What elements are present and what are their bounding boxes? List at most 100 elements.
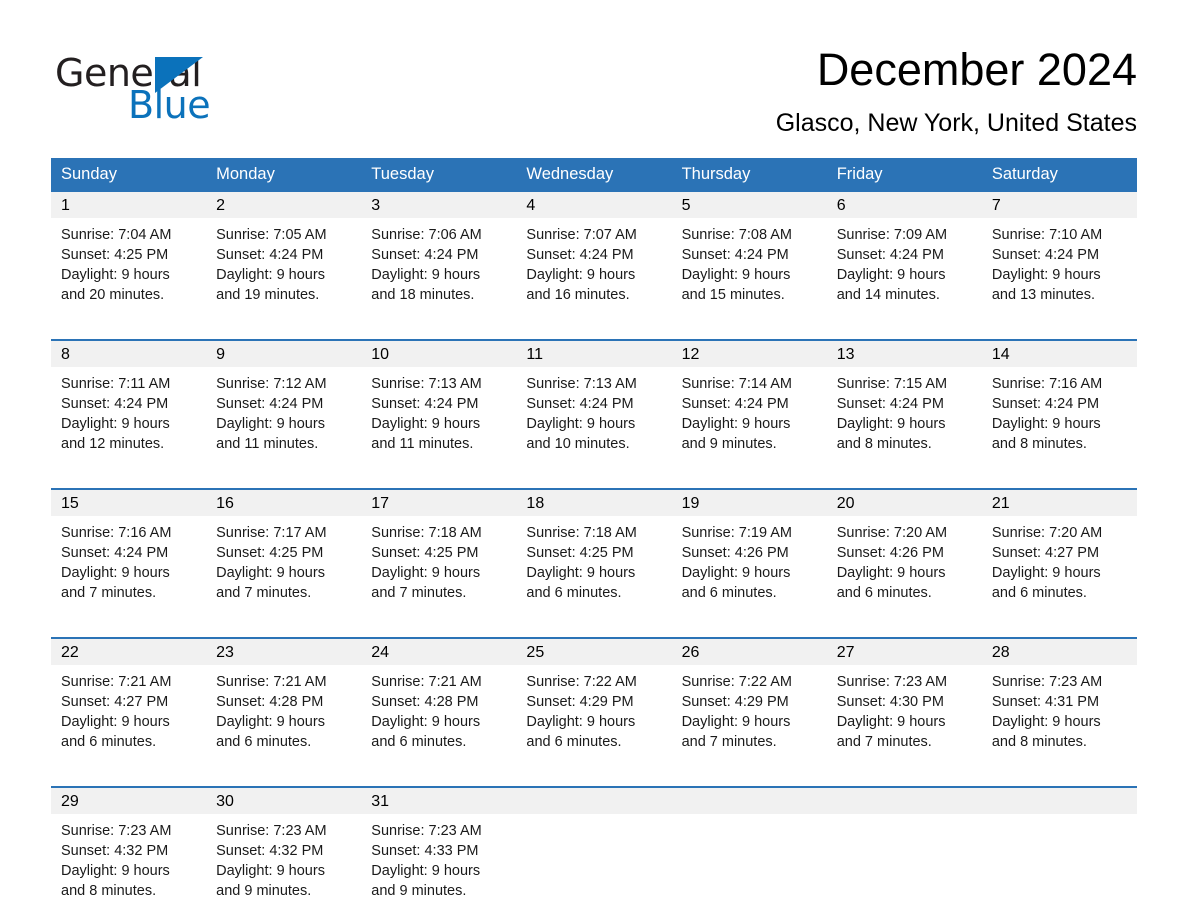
calendar-day-cell[interactable]: 9 Sunrise: 7:12 AM Sunset: 4:24 PM Daylight… (206, 339, 362, 474)
sunrise-text: Sunrise: 7:12 AM (216, 376, 327, 392)
sunrise-text: Sunrise: 7:21 AM (216, 674, 327, 690)
sunset-text: Sunset: 4:26 PM (681, 545, 789, 561)
day-number (671, 788, 827, 814)
day-details: Sunrise: 7:08 AM Sunset: 4:24 PM Daylight:… (672, 218, 827, 325)
daylight-text-line1: Daylight: 9 hours (836, 714, 946, 730)
calendar-day-cell[interactable]: 21 Sunrise: 7:20 AM Sunset: 4:27 PM Dayligh… (981, 488, 1137, 623)
week-spacer-cell (51, 474, 1137, 489)
calendar-day-cell[interactable]: 28 Sunrise: 7:23 AM Sunset: 4:31 PM Dayligh… (981, 637, 1137, 772)
daylight-text-line1: Daylight: 9 hours (61, 863, 170, 879)
day-number (981, 788, 1137, 814)
calendar-day-cell[interactable]: 6 Sunrise: 7:09 AM Sunset: 4:24 PM Daylight… (826, 192, 982, 325)
calendar-day-cell[interactable]: 2 Sunrise: 7:05 AM Sunset: 4:24 PM Daylight… (206, 192, 362, 325)
location-subtitle: Glasco, New York, United States (775, 109, 1137, 137)
calendar-day-cell[interactable]: 8 Sunrise: 7:11 AM Sunset: 4:24 PM Daylight… (51, 339, 207, 474)
sunset-text: Sunset: 4:24 PM (526, 247, 634, 263)
sunrise-text: Sunrise: 7:21 AM (371, 674, 482, 690)
sunset-text: Sunset: 4:24 PM (991, 247, 1100, 263)
daylight-text-line2: and 18 minutes. (371, 287, 475, 303)
daylight-text-line2: and 19 minutes. (216, 287, 320, 303)
calendar-day-cell[interactable]: 12 Sunrise: 7:14 AM Sunset: 4:24 PM Dayligh… (671, 339, 827, 474)
calendar-day-cell[interactable]: 31 Sunrise: 7:23 AM Sunset: 4:33 PM Dayligh… (361, 786, 517, 918)
sunset-text: Sunset: 4:26 PM (836, 545, 944, 561)
calendar-day-cell[interactable]: 30 Sunrise: 7:23 AM Sunset: 4:32 PM Dayligh… (206, 786, 362, 918)
day-number: 28 (981, 639, 1137, 665)
day-details: Sunrise: 7:19 AM Sunset: 4:26 PM Daylight:… (672, 516, 827, 623)
calendar-day-cell[interactable]: 10 Sunrise: 7:13 AM Sunset: 4:24 PM Dayligh… (361, 339, 517, 474)
day-details: Sunrise: 7:13 AM Sunset: 4:24 PM Daylight:… (516, 367, 671, 474)
daylight-text-line1: Daylight: 9 hours (526, 714, 636, 730)
day-details: Sunrise: 7:22 AM Sunset: 4:29 PM Daylight:… (516, 665, 671, 772)
calendar-day-cell[interactable]: 24 Sunrise: 7:21 AM Sunset: 4:28 PM Dayligh… (361, 637, 517, 772)
calendar-day-cell[interactable]: 17 Sunrise: 7:18 AM Sunset: 4:25 PM Dayligh… (361, 488, 517, 623)
daylight-text-line2: and 11 minutes. (216, 436, 319, 452)
daylight-text-line1: Daylight: 9 hours (991, 267, 1101, 283)
sunset-text: Sunset: 4:28 PM (371, 694, 479, 710)
daylight-text-line2: and 7 minutes. (681, 734, 777, 750)
calendar-day-cell[interactable]: 13 Sunrise: 7:15 AM Sunset: 4:24 PM Dayligh… (826, 339, 982, 474)
day-details: Sunrise: 7:20 AM Sunset: 4:26 PM Daylight:… (827, 516, 982, 623)
week-spacer-cell (51, 325, 1137, 340)
daylight-text-line1: Daylight: 9 hours (526, 565, 636, 581)
sunset-text: Sunset: 4:24 PM (681, 247, 789, 263)
calendar-day-cell[interactable]: 11 Sunrise: 7:13 AM Sunset: 4:24 PM Dayligh… (516, 339, 672, 474)
daylight-text-line2: and 8 minutes. (991, 436, 1087, 452)
sunrise-text: Sunrise: 7:16 AM (991, 376, 1103, 392)
sunrise-text: Sunrise: 7:23 AM (61, 823, 172, 839)
calendar-day-cell[interactable]: 29 Sunrise: 7:23 AM Sunset: 4:32 PM Dayligh… (51, 786, 207, 918)
day-number: 23 (206, 639, 362, 665)
sunrise-text: Sunrise: 7:19 AM (681, 525, 792, 541)
daylight-text-line1: Daylight: 9 hours (836, 267, 946, 283)
calendar-day-cell[interactable]: 27 Sunrise: 7:23 AM Sunset: 4:30 PM Dayligh… (826, 637, 982, 772)
day-details: Sunrise: 7:04 AM Sunset: 4:25 PM Daylight:… (51, 218, 206, 325)
calendar-day-cell[interactable]: 25 Sunrise: 7:22 AM Sunset: 4:29 PM Dayligh… (516, 637, 672, 772)
day-number: 15 (51, 490, 207, 516)
weekday-header-saturday: Saturday (981, 158, 1137, 192)
day-details: Sunrise: 7:23 AM Sunset: 4:30 PM Daylight:… (827, 665, 982, 772)
calendar-day-cell[interactable]: 5 Sunrise: 7:08 AM Sunset: 4:24 PM Daylight… (671, 192, 827, 325)
calendar-day-cell[interactable]: 1 Sunrise: 7:04 AM Sunset: 4:25 PM Daylight… (51, 192, 207, 325)
calendar-body: 1 Sunrise: 7:04 AM Sunset: 4:25 PM Daylight… (51, 192, 1137, 918)
sunset-text: Sunset: 4:24 PM (216, 396, 324, 412)
sunrise-text: Sunrise: 7:08 AM (681, 227, 792, 243)
calendar-day-cell[interactable]: 15 Sunrise: 7:16 AM Sunset: 4:24 PM Dayligh… (51, 488, 207, 623)
day-details: Sunrise: 7:21 AM Sunset: 4:28 PM Daylight:… (206, 665, 361, 772)
calendar-day-cell[interactable]: 22 Sunrise: 7:21 AM Sunset: 4:27 PM Dayligh… (51, 637, 207, 772)
calendar-day-cell[interactable]: 19 Sunrise: 7:19 AM Sunset: 4:26 PM Dayligh… (671, 488, 827, 623)
daylight-text-line2: and 8 minutes. (836, 436, 932, 452)
calendar-day-cell[interactable]: 20 Sunrise: 7:20 AM Sunset: 4:26 PM Dayligh… (826, 488, 982, 623)
calendar-day-cell[interactable]: 18 Sunrise: 7:18 AM Sunset: 4:25 PM Dayligh… (516, 488, 672, 623)
logo-word-blue: Blue (128, 83, 211, 127)
sunset-text: Sunset: 4:24 PM (991, 396, 1100, 412)
day-number: 19 (671, 490, 827, 516)
sunrise-text: Sunrise: 7:05 AM (216, 227, 327, 243)
daylight-text-line2: and 7 minutes. (61, 585, 157, 601)
daylight-text-line2: and 15 minutes. (681, 287, 785, 303)
calendar-day-cell[interactable]: 16 Sunrise: 7:17 AM Sunset: 4:25 PM Dayligh… (206, 488, 362, 623)
sunrise-text: Sunrise: 7:18 AM (371, 525, 482, 541)
sunset-text: Sunset: 4:24 PM (371, 247, 479, 263)
daylight-text-line1: Daylight: 9 hours (61, 416, 170, 432)
daylight-text-line2: and 8 minutes. (991, 734, 1087, 750)
sunrise-text: Sunrise: 7:22 AM (526, 674, 637, 690)
day-number: 2 (206, 192, 362, 218)
week-spacer-cell (51, 623, 1137, 638)
calendar-week-row: 29 Sunrise: 7:23 AM Sunset: 4:32 PM Dayligh… (51, 786, 1137, 918)
sunrise-text: Sunrise: 7:23 AM (371, 823, 482, 839)
calendar-day-cell[interactable]: 7 Sunrise: 7:10 AM Sunset: 4:24 PM Daylight… (981, 192, 1137, 325)
calendar-day-cell[interactable]: 3 Sunrise: 7:06 AM Sunset: 4:24 PM Daylight… (361, 192, 517, 325)
sunset-text: Sunset: 4:24 PM (836, 396, 944, 412)
daylight-text-line2: and 6 minutes. (991, 585, 1087, 601)
calendar-day-cell-empty (981, 786, 1137, 918)
sunrise-text: Sunrise: 7:21 AM (61, 674, 172, 690)
sunset-text: Sunset: 4:24 PM (836, 247, 944, 263)
week-spacer (51, 623, 1137, 638)
daylight-text-line1: Daylight: 9 hours (216, 565, 325, 581)
calendar-day-cell[interactable]: 14 Sunrise: 7:16 AM Sunset: 4:24 PM Dayligh… (981, 339, 1137, 474)
day-number: 20 (826, 490, 982, 516)
daylight-text-line1: Daylight: 9 hours (681, 416, 791, 432)
sunset-text: Sunset: 4:29 PM (526, 694, 634, 710)
calendar-day-cell[interactable]: 23 Sunrise: 7:21 AM Sunset: 4:28 PM Dayligh… (206, 637, 362, 772)
calendar-day-cell[interactable]: 26 Sunrise: 7:22 AM Sunset: 4:29 PM Dayligh… (671, 637, 827, 772)
calendar-day-cell[interactable]: 4 Sunrise: 7:07 AM Sunset: 4:24 PM Daylight… (516, 192, 672, 325)
